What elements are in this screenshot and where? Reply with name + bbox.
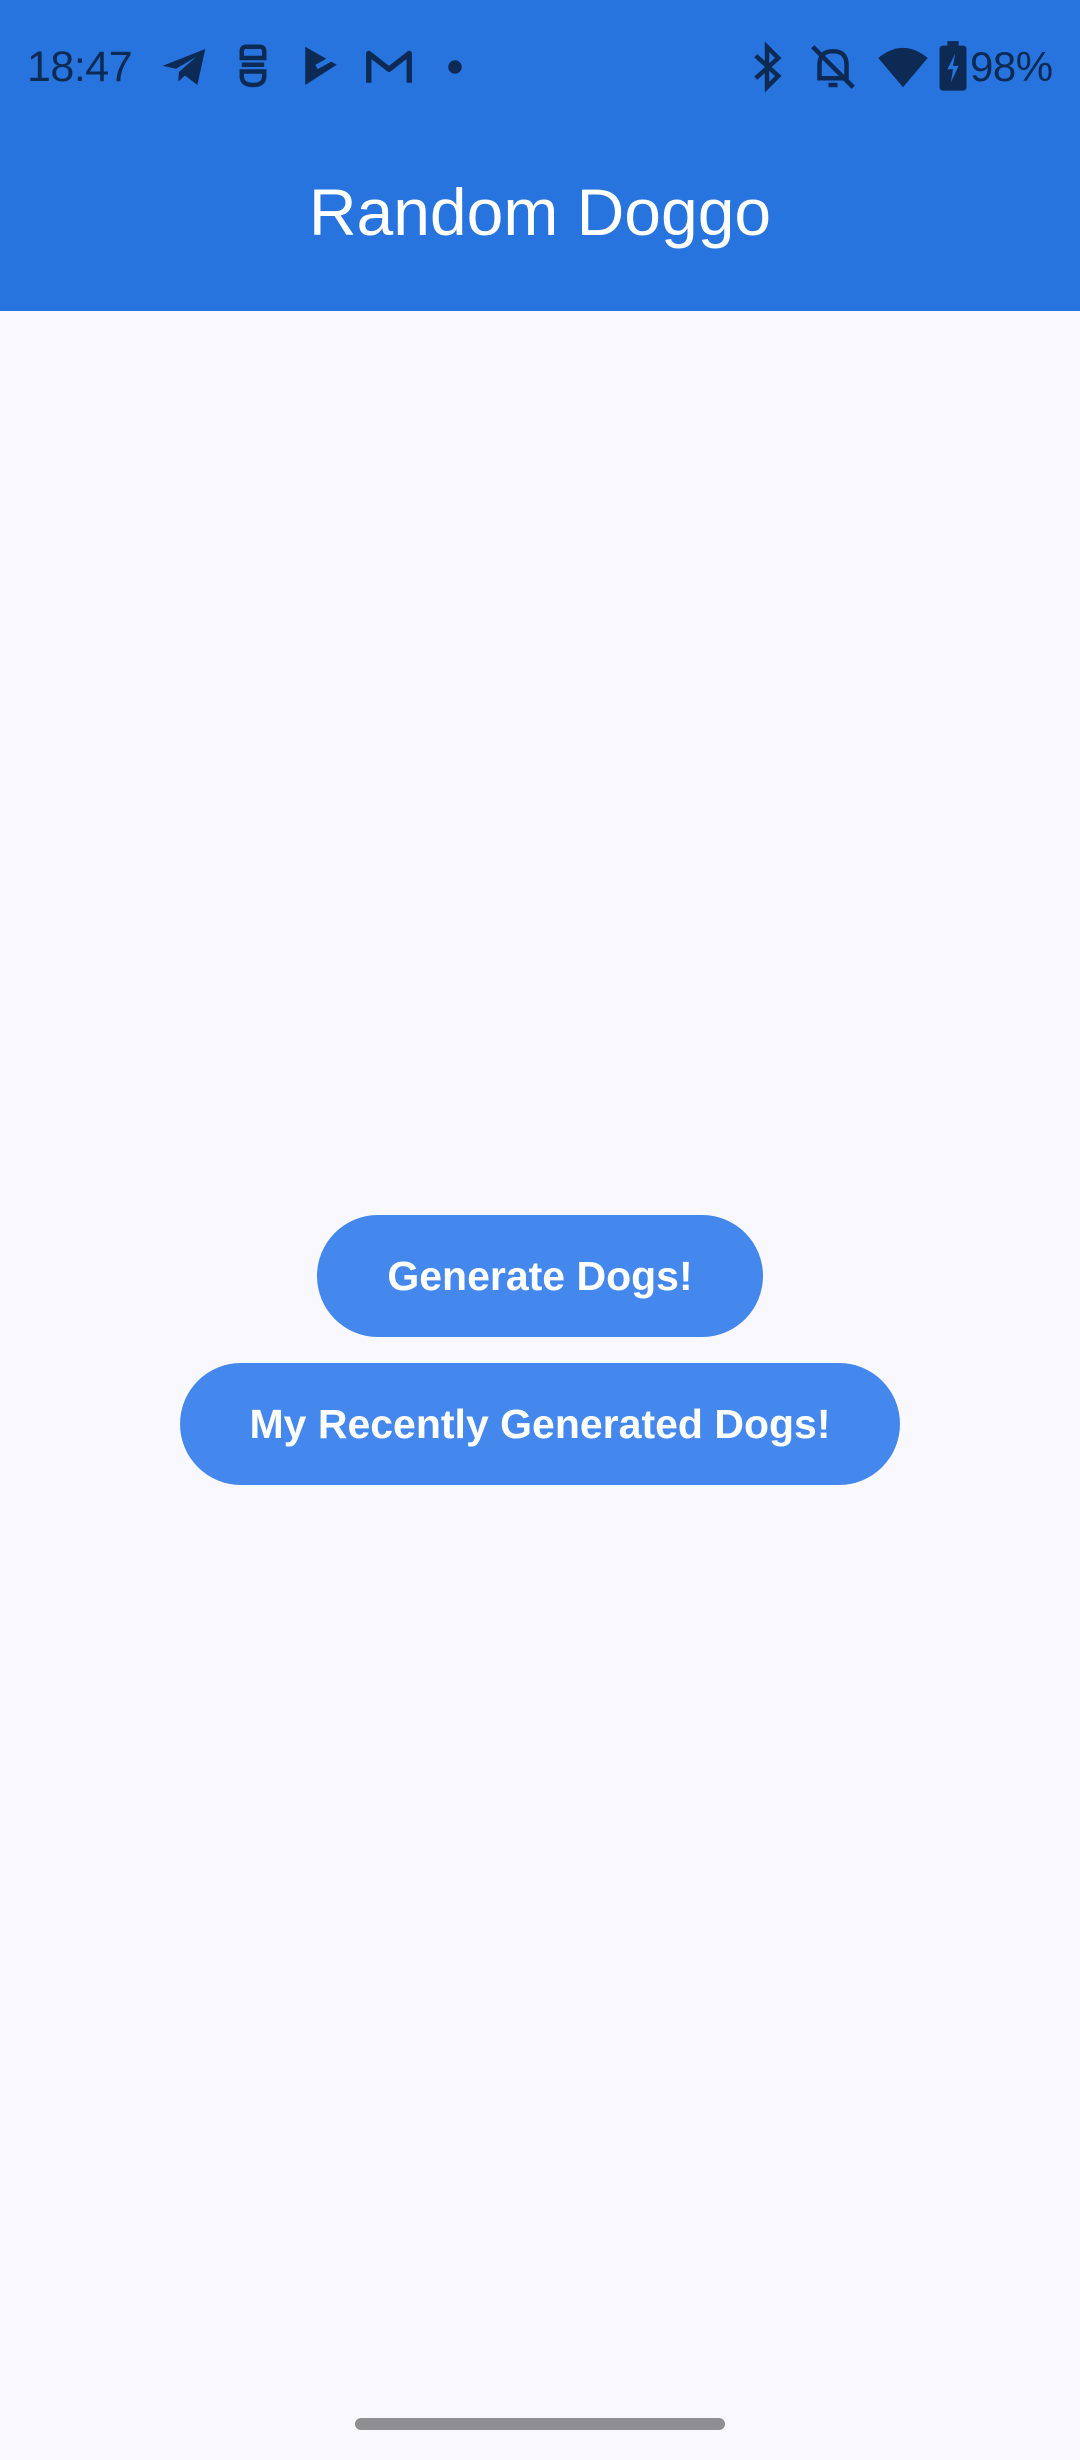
generate-dogs-button[interactable]: Generate Dogs! [317,1215,763,1337]
battery-percent: 98% [970,43,1053,90]
status-bar: 18:47 98% [0,0,1080,134]
app-title: Random Doggo [308,175,772,249]
home-indicator[interactable] [355,2418,725,2430]
dot-icon [428,40,482,94]
battery-charging-icon [936,40,970,94]
bell-off-icon [806,40,860,94]
bluetooth-icon [740,40,794,94]
recent-dogs-button[interactable]: My Recently Generated Dogs! [180,1363,900,1485]
play-icon [294,40,348,94]
gmail-icon [362,40,416,94]
telegram-icon [158,40,212,94]
bug-icon [226,40,280,94]
wifi-icon [876,40,930,94]
status-time: 18:47 [27,43,133,91]
app-bar: 18:47 98% Random Doggo [0,0,1080,311]
